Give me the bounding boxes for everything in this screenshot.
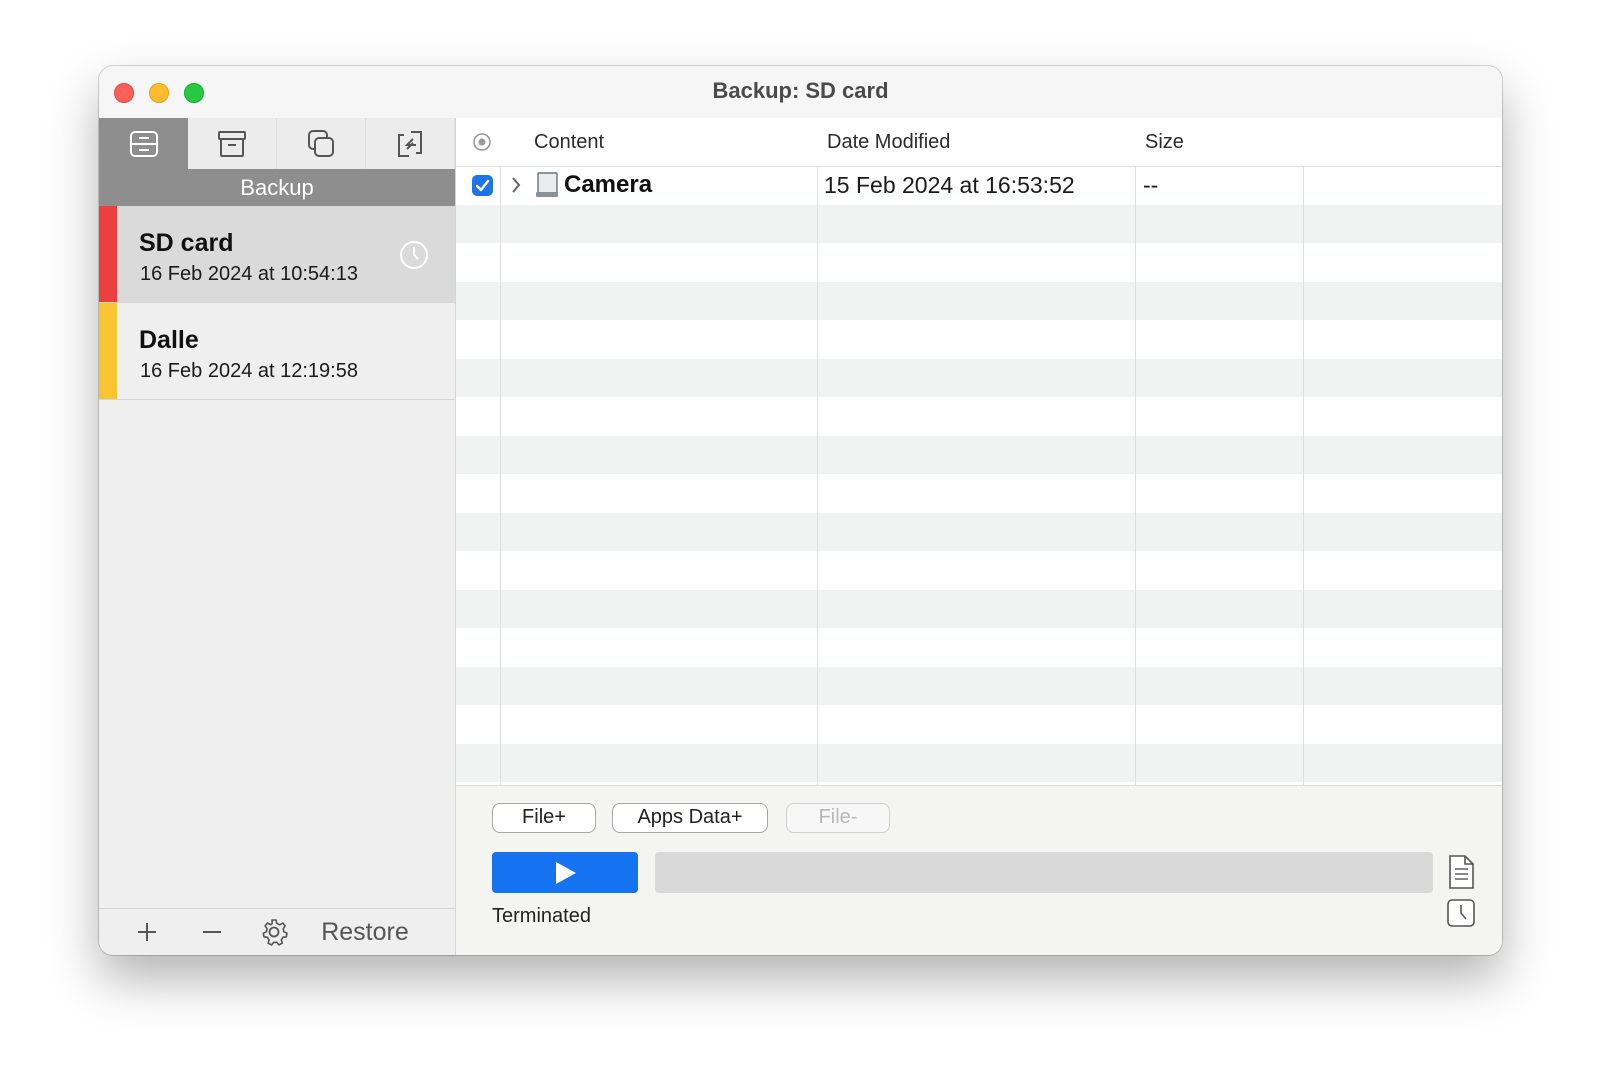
column-header-date-modified[interactable]: Date Modified (827, 118, 950, 166)
minus-icon (203, 931, 221, 933)
plus-icon (138, 923, 156, 941)
remove-file-button[interactable]: File- (786, 803, 890, 833)
row-size: -- (1143, 172, 1159, 198)
column-header-size[interactable]: Size (1145, 118, 1184, 166)
app-window: Backup: SD card Backup SD card 16 Feb 20… (99, 66, 1502, 955)
chevron-right-icon[interactable] (510, 175, 522, 195)
task-name: SD card (139, 229, 234, 257)
task-date: 16 Feb 2024 at 12:19:58 (140, 360, 358, 382)
table-row[interactable]: Camera 15 Feb 2024 at 16:53:52 -- (456, 166, 1502, 204)
status-text: Terminated (492, 905, 591, 927)
gear-icon (262, 919, 288, 946)
tab-copy[interactable] (277, 118, 366, 169)
sidebar-toolbar: Restore (99, 908, 455, 955)
add-apps-data-button[interactable]: Apps Data+ (612, 803, 768, 833)
archive-icon (218, 130, 246, 157)
backup-icon (129, 130, 158, 157)
clock-icon[interactable] (1446, 898, 1476, 928)
clock-icon[interactable] (399, 240, 429, 270)
drive-icon (536, 172, 558, 197)
include-checkbox[interactable] (472, 175, 493, 196)
restore-button[interactable]: Restore (317, 909, 413, 955)
table-background-rows (456, 166, 1502, 786)
copy-icon (308, 129, 334, 157)
play-icon (556, 861, 576, 884)
task-item-sd-card[interactable]: SD card 16 Feb 2024 at 10:54:13 (99, 206, 455, 303)
task-color-stripe (99, 206, 117, 302)
tab-archive[interactable] (188, 118, 277, 169)
progress-bar (655, 852, 1433, 893)
document-icon[interactable] (1446, 855, 1476, 889)
row-content: Camera (564, 171, 653, 198)
target-icon[interactable] (472, 132, 492, 152)
task-date: 16 Feb 2024 at 10:54:13 (140, 263, 358, 285)
task-color-stripe (99, 303, 117, 399)
row-date-modified: 15 Feb 2024 at 16:53:52 (824, 172, 1075, 198)
mode-tabs (99, 118, 455, 169)
sidebar: Backup SD card 16 Feb 2024 at 10:54:13 D… (99, 118, 456, 955)
remove-task-button[interactable] (194, 909, 230, 955)
task-name: Dalle (139, 326, 199, 354)
content-area: Content Date Modified Size Camera 15 Feb… (456, 118, 1502, 955)
table-header: Content Date Modified Size (456, 118, 1502, 167)
column-header-content[interactable]: Content (534, 118, 604, 166)
title-bar: Backup: SD card (99, 66, 1502, 119)
tab-sync[interactable] (366, 118, 455, 169)
mode-label: Backup (99, 169, 455, 206)
settings-button[interactable] (256, 909, 292, 955)
footer-panel: File+ Apps Data+ File- Terminated (456, 785, 1502, 955)
sync-icon (398, 130, 422, 157)
window-title: Backup: SD card (712, 78, 889, 103)
tab-backup[interactable] (99, 118, 188, 169)
add-file-button[interactable]: File+ (492, 803, 596, 833)
task-item-dalle[interactable]: Dalle 16 Feb 2024 at 12:19:58 (99, 303, 455, 400)
start-button[interactable] (492, 852, 638, 893)
add-task-button[interactable] (129, 909, 165, 955)
